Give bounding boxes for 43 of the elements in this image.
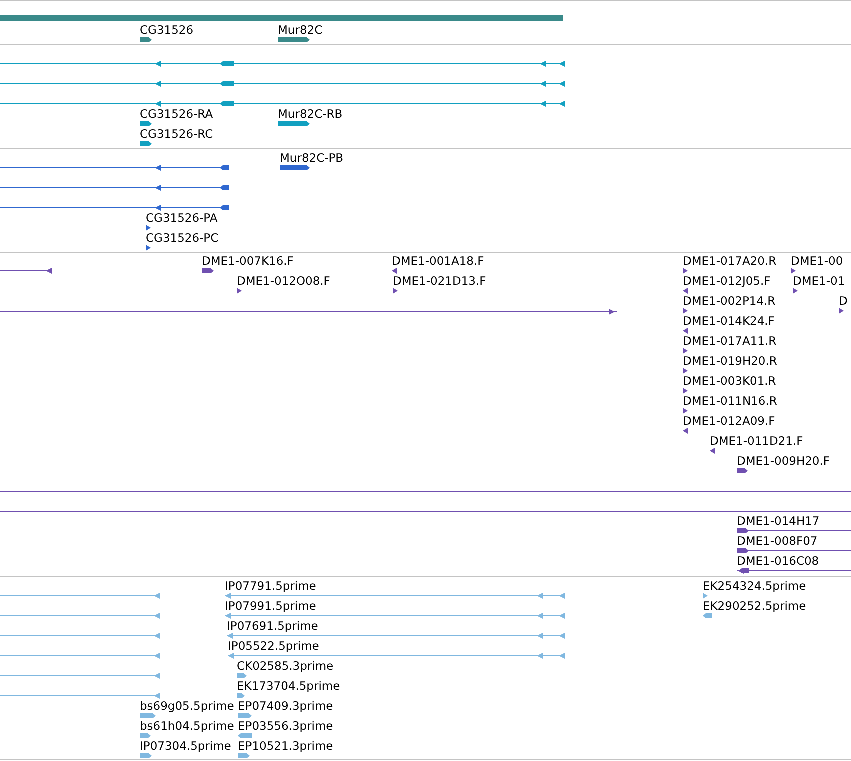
feature-label: DME1-012A09.F — [683, 414, 776, 428]
feature-label: DME1-012O08.F — [237, 274, 330, 288]
feature-label: IP07304.5prime — [140, 739, 232, 753]
feature-label: EK254324.5prime — [703, 579, 806, 593]
feature-label: DME1-017A20.R — [683, 254, 777, 268]
feature-label: IP05522.5prime — [228, 639, 320, 653]
feature-label: DME1-008F07 — [737, 534, 818, 548]
feature-label: DME1-012J05.F — [683, 274, 771, 288]
feature-label: DME1-017A11.R — [683, 334, 777, 348]
feature-label: DME1-011D21.F — [710, 434, 804, 448]
feature-label: CG31526-RA — [140, 107, 214, 121]
feature-label: DME1-01 — [793, 274, 846, 288]
feature-label: Mur82C-RB — [278, 107, 343, 121]
feature-label: DME1-00 — [791, 254, 844, 268]
feature-label: EK173704.5prime — [237, 679, 340, 693]
feature-label: EK290252.5prime — [703, 599, 806, 613]
feature-label: DME1-016C08 — [737, 554, 820, 568]
feature-label: DME1-014H17 — [737, 514, 820, 528]
feature-label: DME1-011N16.R — [683, 394, 778, 408]
feature-label: DME1-003K01.R — [683, 374, 776, 388]
feature-label: DME1-014K24.F — [683, 314, 775, 328]
feature-label: bs69g05.5prime — [140, 699, 234, 713]
feature-label: EP03556.3prime — [238, 719, 334, 733]
feature-label: IP07691.5prime — [227, 619, 318, 633]
feature-label: IP07791.5prime — [225, 579, 316, 593]
feature-label: Mur82C-PB — [280, 151, 344, 165]
feature-label: CK02585.3prime — [237, 659, 334, 673]
feature-label: DME1-002P14.R — [683, 294, 776, 308]
feature-label: DME1-009H20.F — [737, 454, 830, 468]
feature-label: CG31526-PC — [146, 231, 219, 245]
feature-label: EP07409.3prime — [238, 699, 334, 713]
feature-label: CG31526-PA — [146, 211, 218, 225]
feature-label: CG31526 — [140, 23, 194, 37]
feature-label: Mur82C — [278, 23, 323, 37]
feature-label: bs61h04.5prime — [140, 719, 234, 733]
feature-label: DME1-019H20.R — [683, 354, 778, 368]
feature-label: D — [839, 294, 848, 308]
feature-label: DME1-021D13.F — [393, 274, 486, 288]
feature-label: CG31526-RC — [140, 127, 214, 141]
feature-label: DME1-001A18.F — [392, 254, 484, 268]
feature-label: IP07991.5prime — [225, 599, 316, 613]
feature-label: EP10521.3prime — [238, 739, 334, 753]
feature-label: DME1-007K16.F — [202, 254, 294, 268]
